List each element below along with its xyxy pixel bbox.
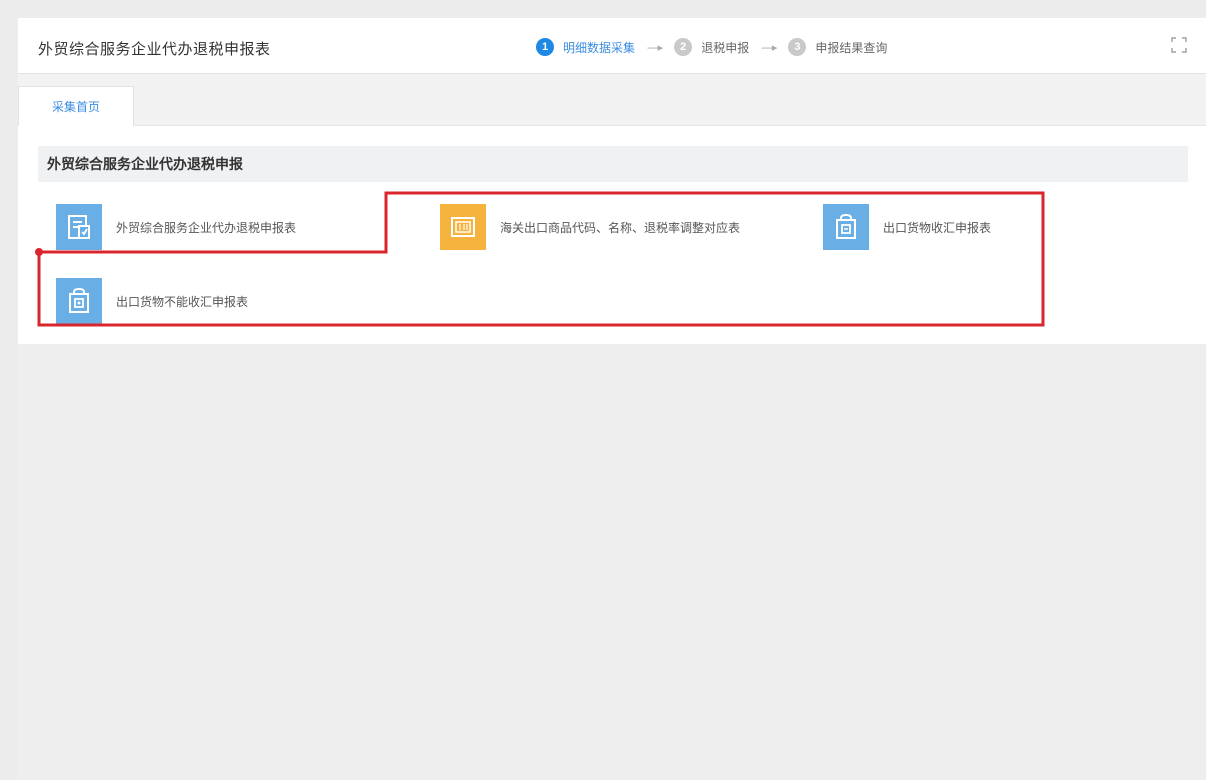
tab-bar: 采集首页	[18, 74, 1206, 126]
step-arrow-icon: ----▸	[647, 41, 663, 54]
item-agency-refund-declaration[interactable]: 外贸综合服务企业代办退税申报表	[56, 204, 296, 250]
page-title: 外贸综合服务企业代办退税申报表	[38, 41, 271, 58]
step-3-number: 3	[788, 38, 807, 56]
item-customs-code-table[interactable]: 海关出口商品代码、名称、退税率调整对应表	[440, 204, 740, 250]
step-indicator: 1 明细数据采集 ----▸ 2 退税申报 ----▸ 3 申报结果查询	[536, 36, 887, 58]
item-label: 外贸综合服务企业代办退税申报表	[116, 220, 297, 235]
step-1-number: 1	[536, 38, 554, 56]
bag-icon	[56, 278, 102, 324]
step-1-label: 明细数据采集	[563, 40, 636, 55]
table-icon	[440, 204, 486, 250]
main-content: 外贸综合服务企业代办退税申报 外贸综合服务企业代办退税申报表 海关出口商品代码、…	[18, 126, 1206, 344]
section-title: 外贸综合服务企业代办退税申报	[38, 146, 1188, 182]
item-export-receipt-declaration[interactable]: 出口货物收汇申报表	[823, 204, 991, 250]
fullscreen-icon[interactable]	[1170, 36, 1188, 54]
document-icon	[56, 204, 102, 250]
item-label: 出口货物收汇申报表	[883, 220, 992, 235]
step-1[interactable]: 1 明细数据采集	[536, 38, 635, 56]
step-2-number: 2	[674, 38, 693, 56]
step-3-label: 申报结果查询	[815, 40, 888, 55]
item-export-non-receipt-declaration[interactable]: 出口货物不能收汇申报表	[56, 278, 248, 324]
step-2-label: 退税申报	[701, 40, 750, 55]
step-2[interactable]: 2 退税申报	[674, 38, 749, 56]
step-arrow-icon: ----▸	[761, 41, 777, 54]
app-frame: 外贸综合服务企业代办退税申报表 1 明细数据采集 ----▸ 2 退税申报 --…	[18, 18, 1206, 780]
item-label: 出口货物不能收汇申报表	[116, 294, 249, 309]
bag-icon	[823, 204, 869, 250]
tab-collection-home[interactable]: 采集首页	[18, 86, 134, 126]
header-bar: 外贸综合服务企业代办退税申报表 1 明细数据采集 ----▸ 2 退税申报 --…	[18, 18, 1206, 74]
step-3[interactable]: 3 申报结果查询	[788, 38, 887, 56]
item-label: 海关出口商品代码、名称、退税率调整对应表	[500, 220, 741, 235]
